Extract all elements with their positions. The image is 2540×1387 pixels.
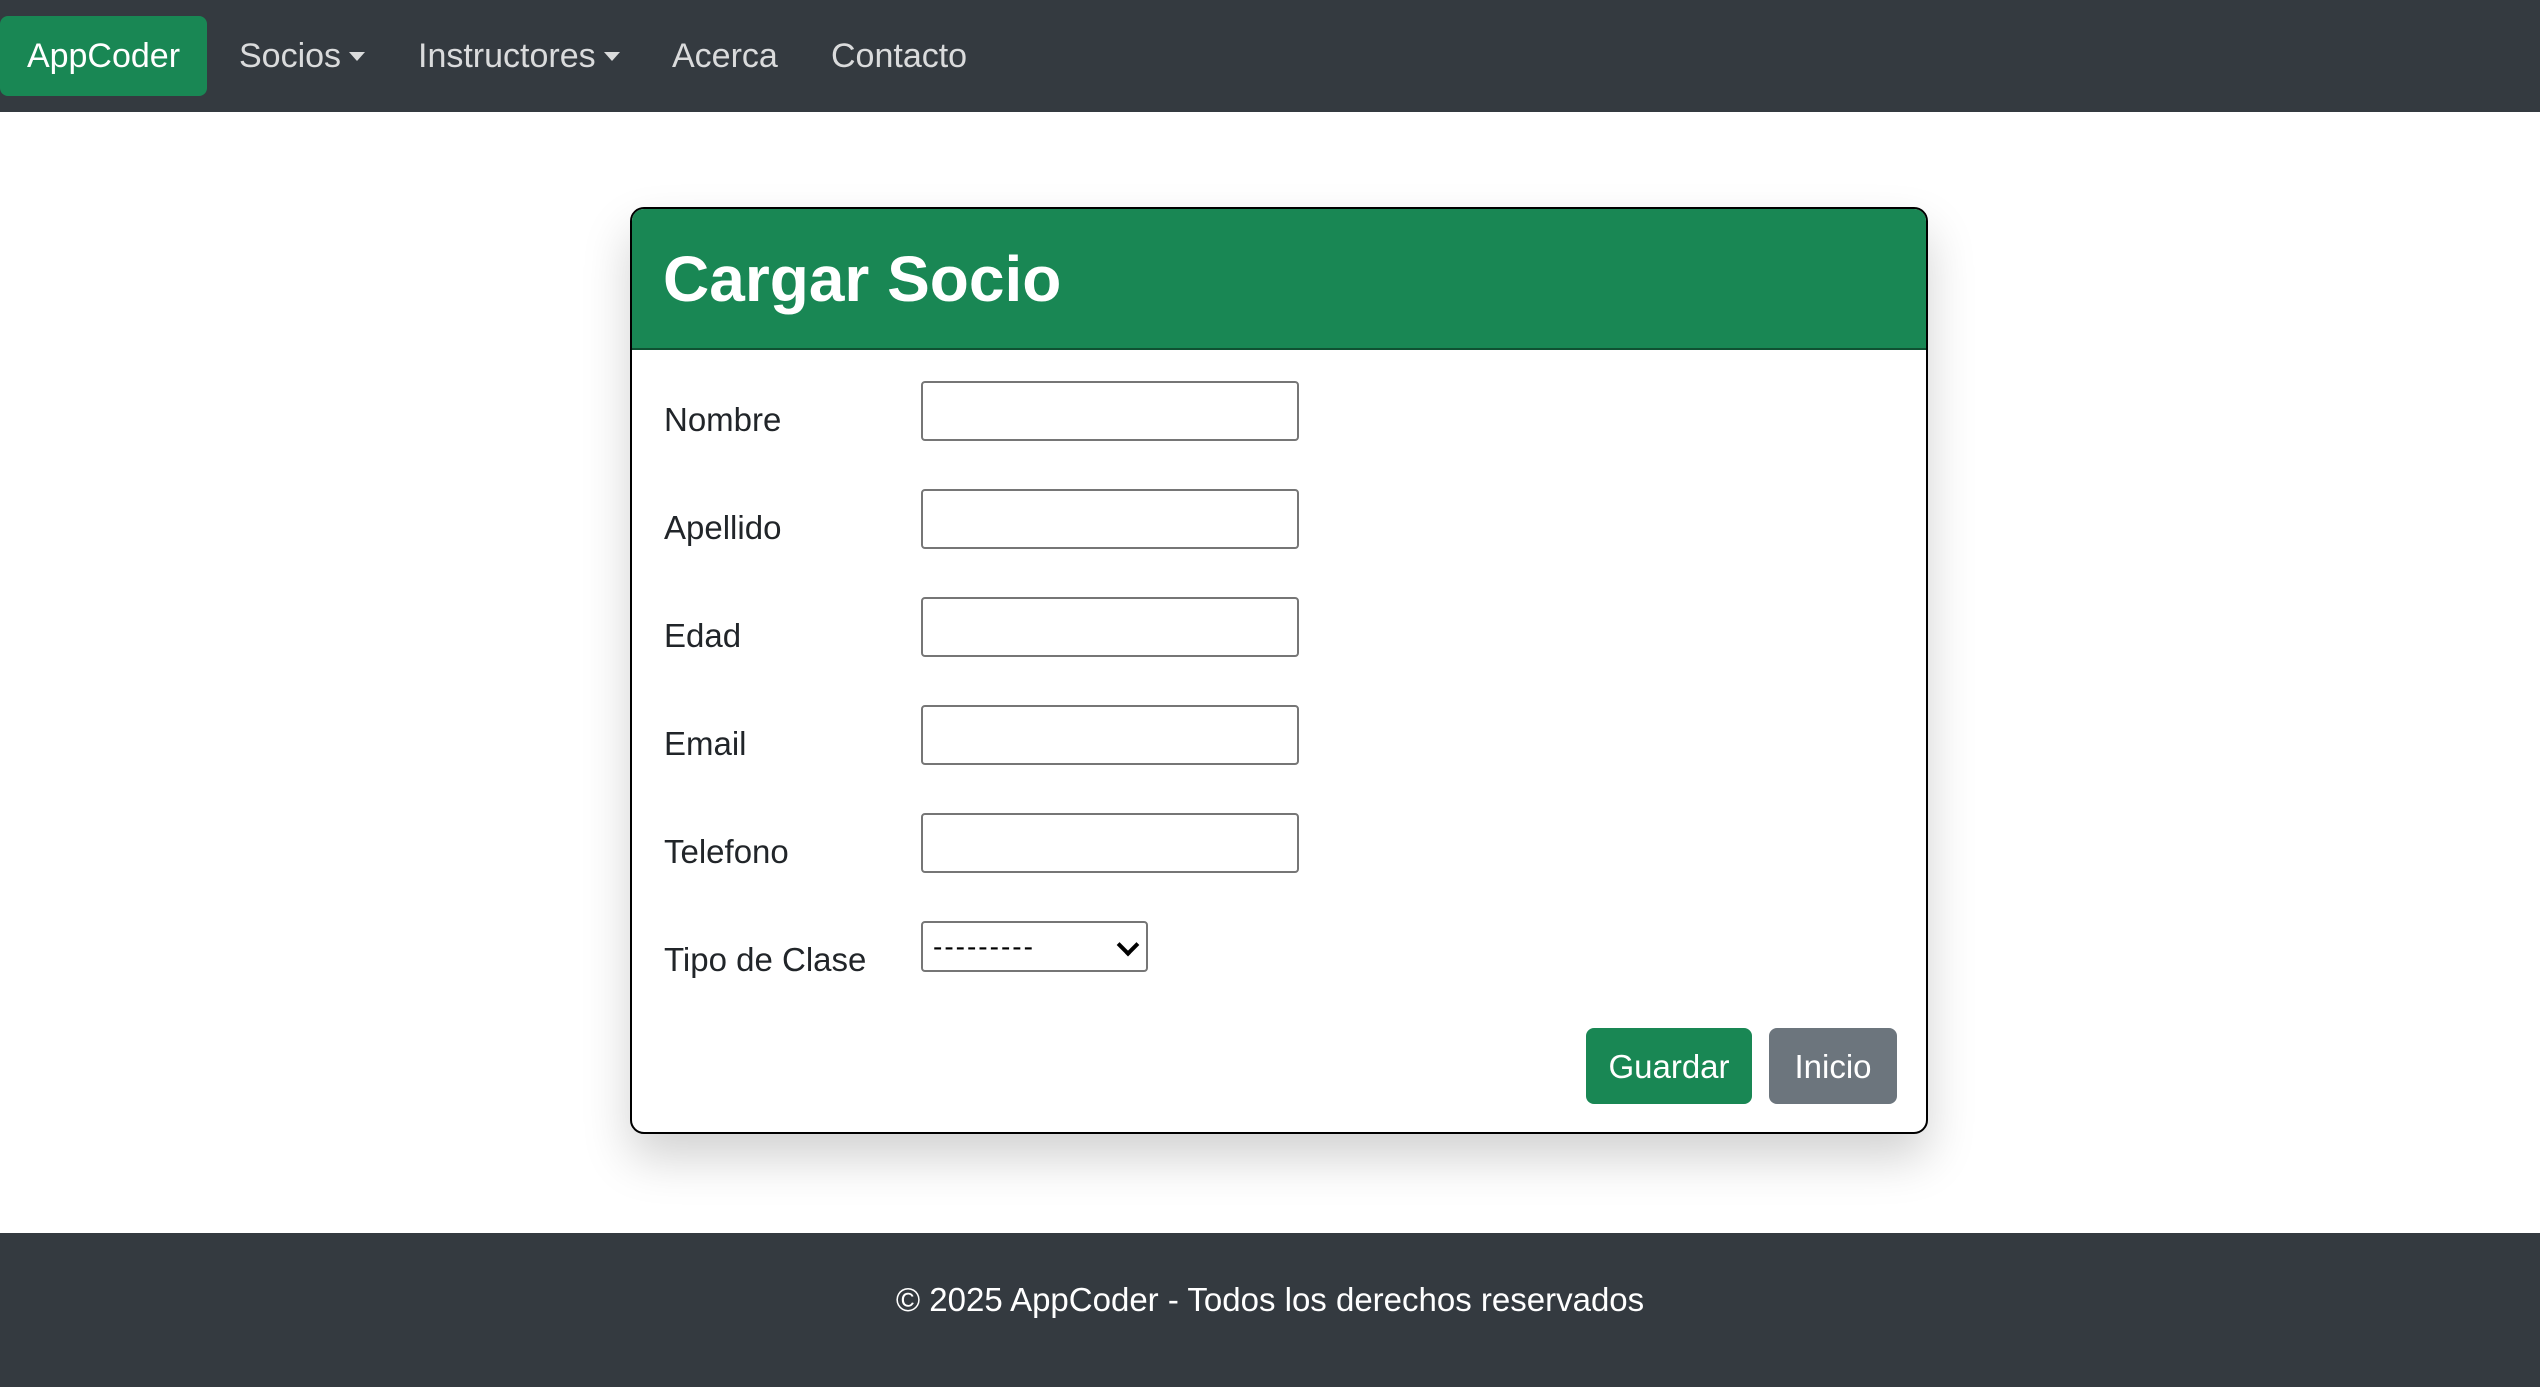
card-header: Cargar Socio [632,209,1926,350]
inicio-button[interactable]: Inicio [1769,1028,1897,1104]
edad-input[interactable] [921,597,1299,657]
nav-item-contacto-label: Contacto [831,37,968,75]
select-value: --------- [933,931,1035,962]
form-card: Cargar Socio Nombre Apellido Edad Email … [630,207,1928,1134]
nombre-label: Nombre [664,401,782,438]
tipo-de-clase-select[interactable]: --------- [921,921,1148,972]
page-title: Cargar Socio [663,243,1062,315]
brand-link[interactable]: AppCoder [0,16,207,96]
email-label: Email [664,725,747,762]
telefono-label: Telefono [664,833,789,870]
footer-copyright: © 2025 AppCoder - Todos los derechos res… [895,1281,1645,1318]
tipo-de-clase-label: Tipo de Clase [664,941,867,978]
nav-item-socios[interactable]: Socios [239,16,366,96]
chevron-down-icon [1116,933,1140,957]
guardar-button[interactable]: Guardar [1586,1028,1752,1104]
caret-down-icon [603,51,620,61]
navbar: AppCoder Socios Instructores Acerca Cont… [0,0,2540,112]
nav-item-acerca[interactable]: Acerca [672,16,778,96]
apellido-input[interactable] [921,489,1299,549]
footer: © 2025 AppCoder - Todos los derechos res… [0,1233,2540,1387]
edad-label: Edad [664,617,742,654]
email-input[interactable] [921,705,1299,765]
apellido-label: Apellido [664,509,782,546]
nombre-input[interactable] [921,381,1299,441]
telefono-input[interactable] [921,813,1299,873]
caret-down-icon [349,51,366,61]
nav-item-acerca-label: Acerca [672,37,778,75]
nav-item-contacto[interactable]: Contacto [831,16,967,96]
nav-item-instructores-label: Instructores [418,37,596,75]
nav-item-instructores[interactable]: Instructores [418,16,620,96]
nav-item-socios-label: Socios [239,37,342,75]
